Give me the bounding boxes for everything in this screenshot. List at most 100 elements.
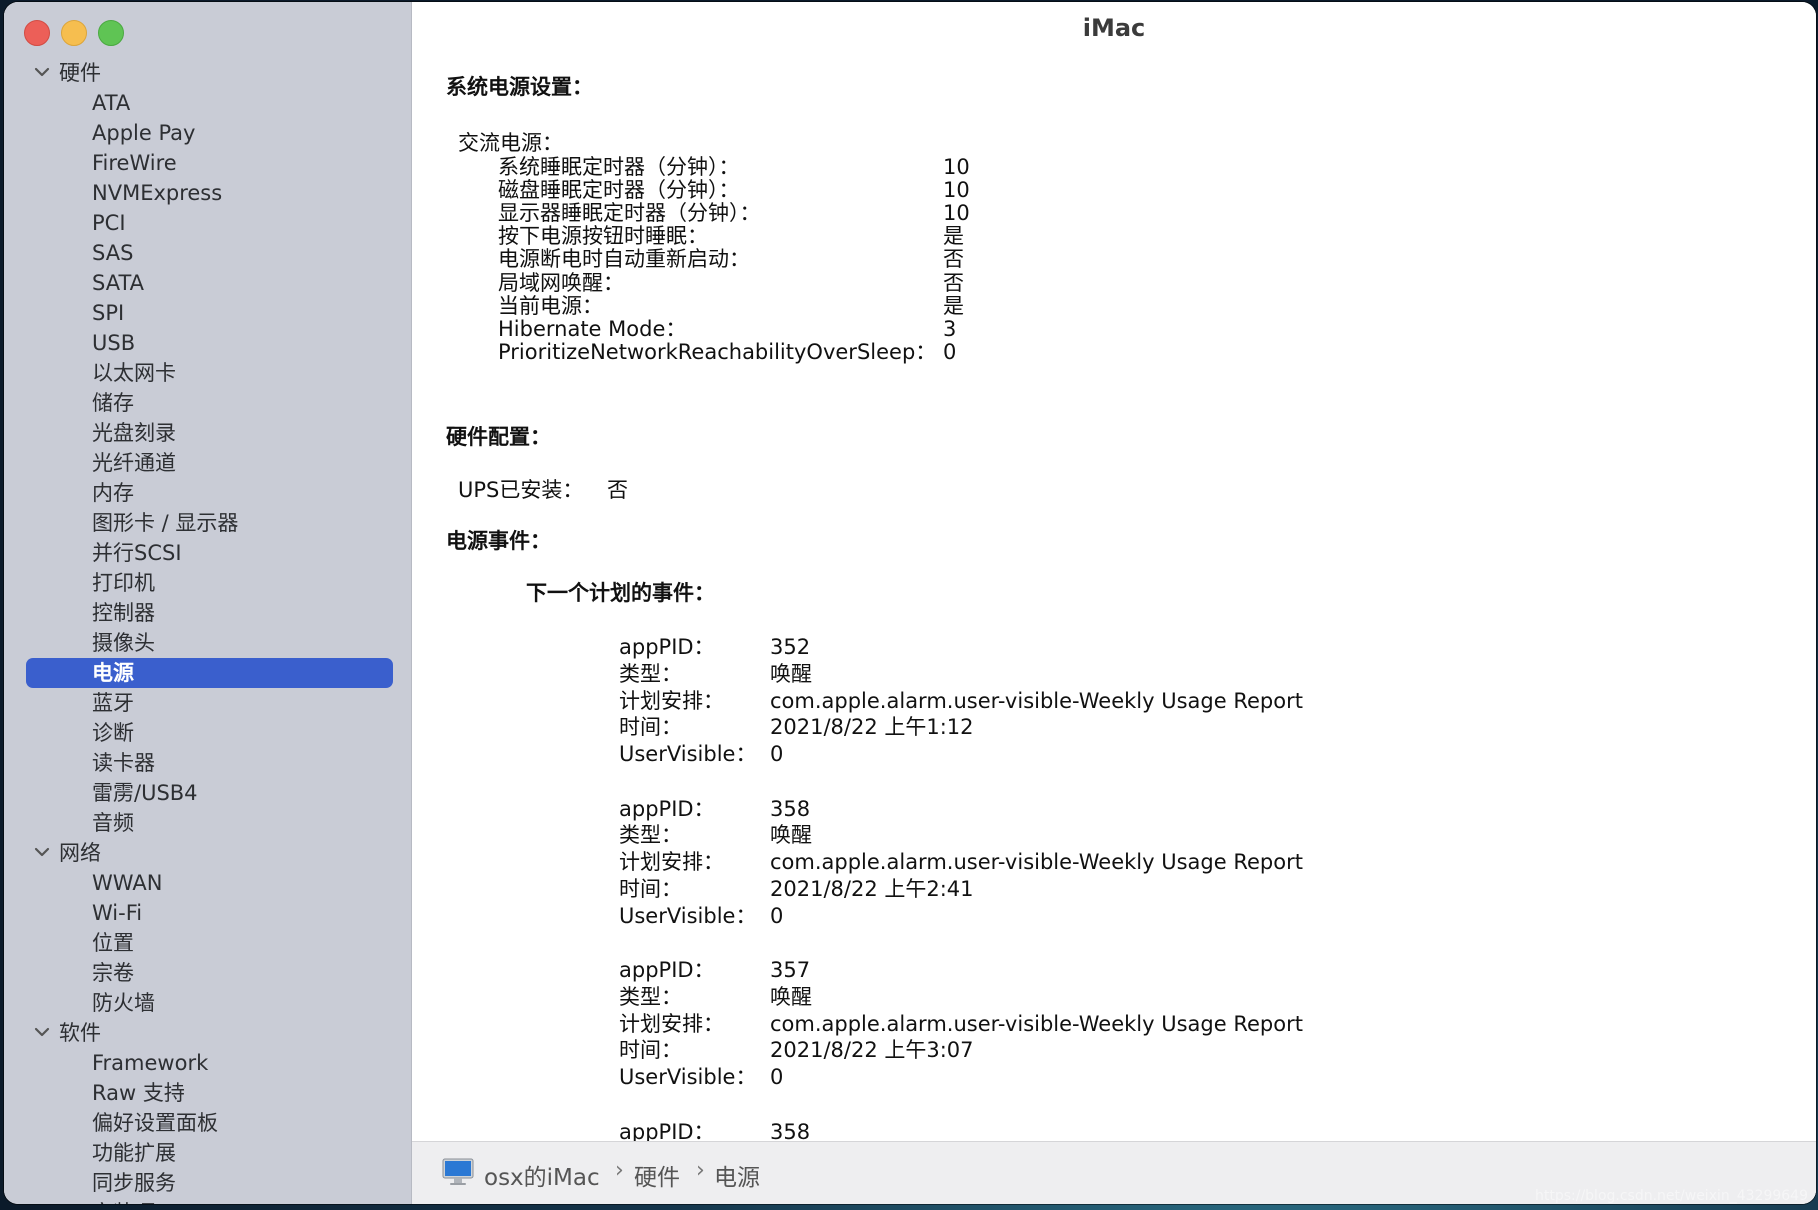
- chevron-right-icon: ›: [696, 1158, 705, 1183]
- event-apppid-value: 358: [770, 797, 811, 821]
- sidebar-item[interactable]: 摄像头: [4, 628, 411, 658]
- chevron-right-icon: ›: [615, 1158, 624, 1183]
- event-uservisible-key: UserVisible：: [619, 904, 757, 928]
- sidebar-item[interactable]: 同步服务: [4, 1168, 411, 1198]
- event-type-key: 类型：: [619, 662, 682, 686]
- sidebar-item[interactable]: 安装项: [4, 1198, 411, 1204]
- selection-highlight: [26, 658, 393, 688]
- sidebar-item-label: 打印机: [92, 571, 155, 595]
- event-apppid-key: appPID：: [619, 797, 715, 821]
- sidebar-item[interactable]: 打印机: [4, 568, 411, 598]
- sidebar-item[interactable]: NVMExpress: [4, 178, 411, 208]
- zoom-window-button[interactable]: [98, 20, 124, 46]
- sidebar-item[interactable]: 雷雳/USB4: [4, 778, 411, 808]
- sidebar-item[interactable]: Apple Pay: [4, 118, 411, 148]
- imac-icon: [442, 1158, 474, 1185]
- sidebar-item[interactable]: 光纤通道: [4, 448, 411, 478]
- sidebar-item[interactable]: 储存: [4, 388, 411, 418]
- sidebar-item[interactable]: SPI: [4, 298, 411, 328]
- sidebar-item-label: PCI: [92, 211, 126, 235]
- sidebar-item[interactable]: 诊断: [4, 718, 411, 748]
- sidebar-group-software[interactable]: 软件: [4, 1018, 411, 1048]
- sidebar-item-label: 同步服务: [92, 1171, 176, 1195]
- sidebar-item-label: 功能扩展: [92, 1141, 176, 1165]
- breadcrumb-computer[interactable]: osx的iMac: [484, 1158, 600, 1192]
- next-events-heading: 下一个计划的事件：: [526, 581, 715, 605]
- sidebar-item-label: 图形卡 / 显示器: [92, 511, 239, 535]
- sidebar-item[interactable]: 防火墙: [4, 988, 411, 1018]
- sidebar-item-label: 偏好设置面板: [92, 1111, 218, 1135]
- sidebar-group-network[interactable]: 网络: [4, 838, 411, 868]
- sidebar-item[interactable]: Framework: [4, 1048, 411, 1078]
- sidebar-item-label: 音频: [92, 811, 134, 835]
- sidebar-item-label: FireWire: [92, 151, 177, 175]
- sidebar-item[interactable]: FireWire: [4, 148, 411, 178]
- sidebar-item[interactable]: 图形卡 / 显示器: [4, 508, 411, 538]
- sidebar-item[interactable]: Raw 支持: [4, 1078, 411, 1108]
- sidebar-item[interactable]: SATA: [4, 268, 411, 298]
- sidebar-group-label: 网络: [59, 841, 101, 865]
- event-schedule-key: 计划安排：: [619, 850, 724, 874]
- sidebar-item-label: 电源: [92, 661, 134, 685]
- ac-setting-key: 电源断电时自动重新启动：: [498, 247, 750, 271]
- sidebar-item-label: Wi-Fi: [92, 901, 143, 925]
- sidebar-item-label: 诊断: [92, 721, 134, 745]
- breadcrumb-hardware[interactable]: 硬件: [634, 1158, 680, 1192]
- sidebar-item[interactable]: 位置: [4, 928, 411, 958]
- sidebar-item[interactable]: USB: [4, 328, 411, 358]
- sidebar-item-label: Apple Pay: [92, 121, 196, 145]
- sidebar-item[interactable]: 偏好设置面板: [4, 1108, 411, 1138]
- sidebar-group-label: 软件: [59, 1021, 101, 1045]
- event-uservisible-value: 0: [770, 904, 784, 928]
- event-schedule-key: 计划安排：: [619, 689, 724, 713]
- sidebar-item[interactable]: 音频: [4, 808, 411, 838]
- sidebar-item[interactable]: PCI: [4, 208, 411, 238]
- sidebar-group-hardware[interactable]: 硬件: [4, 58, 411, 88]
- event-uservisible-value: 0: [770, 1065, 784, 1089]
- sidebar-item-label: 控制器: [92, 601, 155, 625]
- breadcrumb-power[interactable]: 电源: [714, 1158, 760, 1192]
- sidebar-item[interactable]: 以太网卡: [4, 358, 411, 388]
- minimize-window-button[interactable]: [61, 20, 87, 46]
- sidebar-item-label: 摄像头: [92, 631, 155, 655]
- event-time-value: 2021/8/22 上午1:12: [770, 715, 974, 739]
- ac-setting-value: 0: [943, 340, 957, 364]
- sidebar-item-label: 光盘刻录: [92, 421, 176, 445]
- close-window-button[interactable]: [24, 20, 50, 46]
- ups-label: UPS已安装：: [458, 478, 584, 502]
- sidebar-item[interactable]: 功能扩展: [4, 1138, 411, 1168]
- sidebar-item-label: USB: [92, 331, 136, 355]
- sidebar-item[interactable]: SAS: [4, 238, 411, 268]
- sidebar-item-label: WWAN: [92, 871, 163, 895]
- sidebar-item[interactable]: 读卡器: [4, 748, 411, 778]
- event-schedule-value: com.apple.alarm.user-visible-Weekly Usag…: [770, 1012, 1303, 1036]
- event-type-value: 唤醒: [770, 985, 812, 1009]
- sidebar-item-label: 雷雳/USB4: [92, 781, 198, 805]
- ac-power-label: 交流电源：: [458, 131, 563, 155]
- sidebar: 硬件 ATA Apple Pay FireWire NVMExpress PCI SAS SA…: [4, 2, 412, 1204]
- event-schedule-value: com.apple.alarm.user-visible-Weekly Usag…: [770, 689, 1303, 713]
- event-apppid-key: appPID：: [619, 635, 715, 659]
- sidebar-item[interactable]: 内存: [4, 478, 411, 508]
- sidebar-item-selected[interactable]: 电源: [4, 658, 411, 688]
- sidebar-item[interactable]: ATA: [4, 88, 411, 118]
- event-time-key: 时间：: [619, 877, 682, 901]
- ups-value: 否: [607, 478, 628, 502]
- sidebar-item[interactable]: 宗卷: [4, 958, 411, 988]
- sidebar-item[interactable]: 光盘刻录: [4, 418, 411, 448]
- event-uservisible-key: UserVisible：: [619, 1065, 757, 1089]
- chevron-down-icon[interactable]: [32, 838, 52, 868]
- sidebar-item[interactable]: 控制器: [4, 598, 411, 628]
- sidebar-item-label: ATA: [92, 91, 131, 115]
- event-apppid-value: 357: [770, 958, 811, 982]
- event-time-value: 2021/8/22 上午2:41: [770, 877, 974, 901]
- chevron-down-icon[interactable]: [32, 1018, 52, 1048]
- sidebar-item[interactable]: 并行SCSI: [4, 538, 411, 568]
- chevron-down-icon[interactable]: [32, 58, 52, 88]
- sidebar-item[interactable]: 蓝牙: [4, 688, 411, 718]
- sidebar-item[interactable]: Wi-Fi: [4, 898, 411, 928]
- sidebar-item[interactable]: WWAN: [4, 868, 411, 898]
- sidebar-item-label: 读卡器: [92, 751, 155, 775]
- sidebar-item-label: Raw 支持: [92, 1081, 185, 1105]
- ac-setting-value: 否: [943, 247, 964, 271]
